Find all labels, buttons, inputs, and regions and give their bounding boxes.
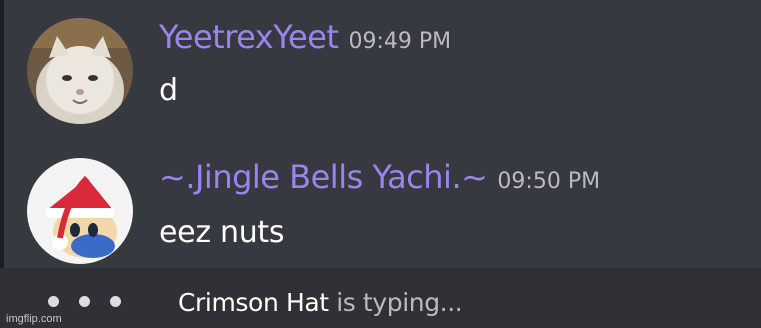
username[interactable]: YeetrexYeet [159, 18, 339, 56]
chat-message: YeetrexYeet 09:49 PM d [27, 18, 451, 124]
username[interactable]: ~.Jingle Bells Yachi.~ [159, 158, 488, 196]
typing-dots-icon [48, 296, 121, 307]
typing-suffix: is typing... [328, 288, 463, 317]
message-content: eez nuts [159, 215, 285, 250]
message-body: ~.Jingle Bells Yachi.~ 09:50 PM eez nuts [159, 158, 600, 251]
santa-hat-character-avatar-icon[interactable] [27, 158, 133, 264]
message-content: d [159, 73, 178, 108]
typing-dot [48, 296, 59, 307]
typing-dot [79, 296, 90, 307]
timestamp: 09:50 PM [497, 169, 601, 194]
typing-indicator-bar: Crimson Hat is typing... [0, 268, 761, 328]
cat-avatar-icon[interactable] [27, 18, 133, 124]
typing-dot [110, 296, 121, 307]
chat-screenshot: YeetrexYeet 09:49 PM d ~.Jingle Bells Ya… [0, 0, 761, 328]
watermark: imgflip.com [6, 313, 62, 325]
message-header: YeetrexYeet 09:49 PM [159, 18, 451, 61]
typing-user: Crimson Hat [178, 288, 329, 317]
message-header: ~.Jingle Bells Yachi.~ 09:50 PM [159, 158, 600, 201]
typing-text: Crimson Hat is typing... [178, 288, 463, 318]
message-body: YeetrexYeet 09:49 PM d [159, 18, 451, 109]
chat-message: ~.Jingle Bells Yachi.~ 09:50 PM eez nuts [27, 158, 600, 264]
timestamp: 09:49 PM [348, 29, 452, 54]
